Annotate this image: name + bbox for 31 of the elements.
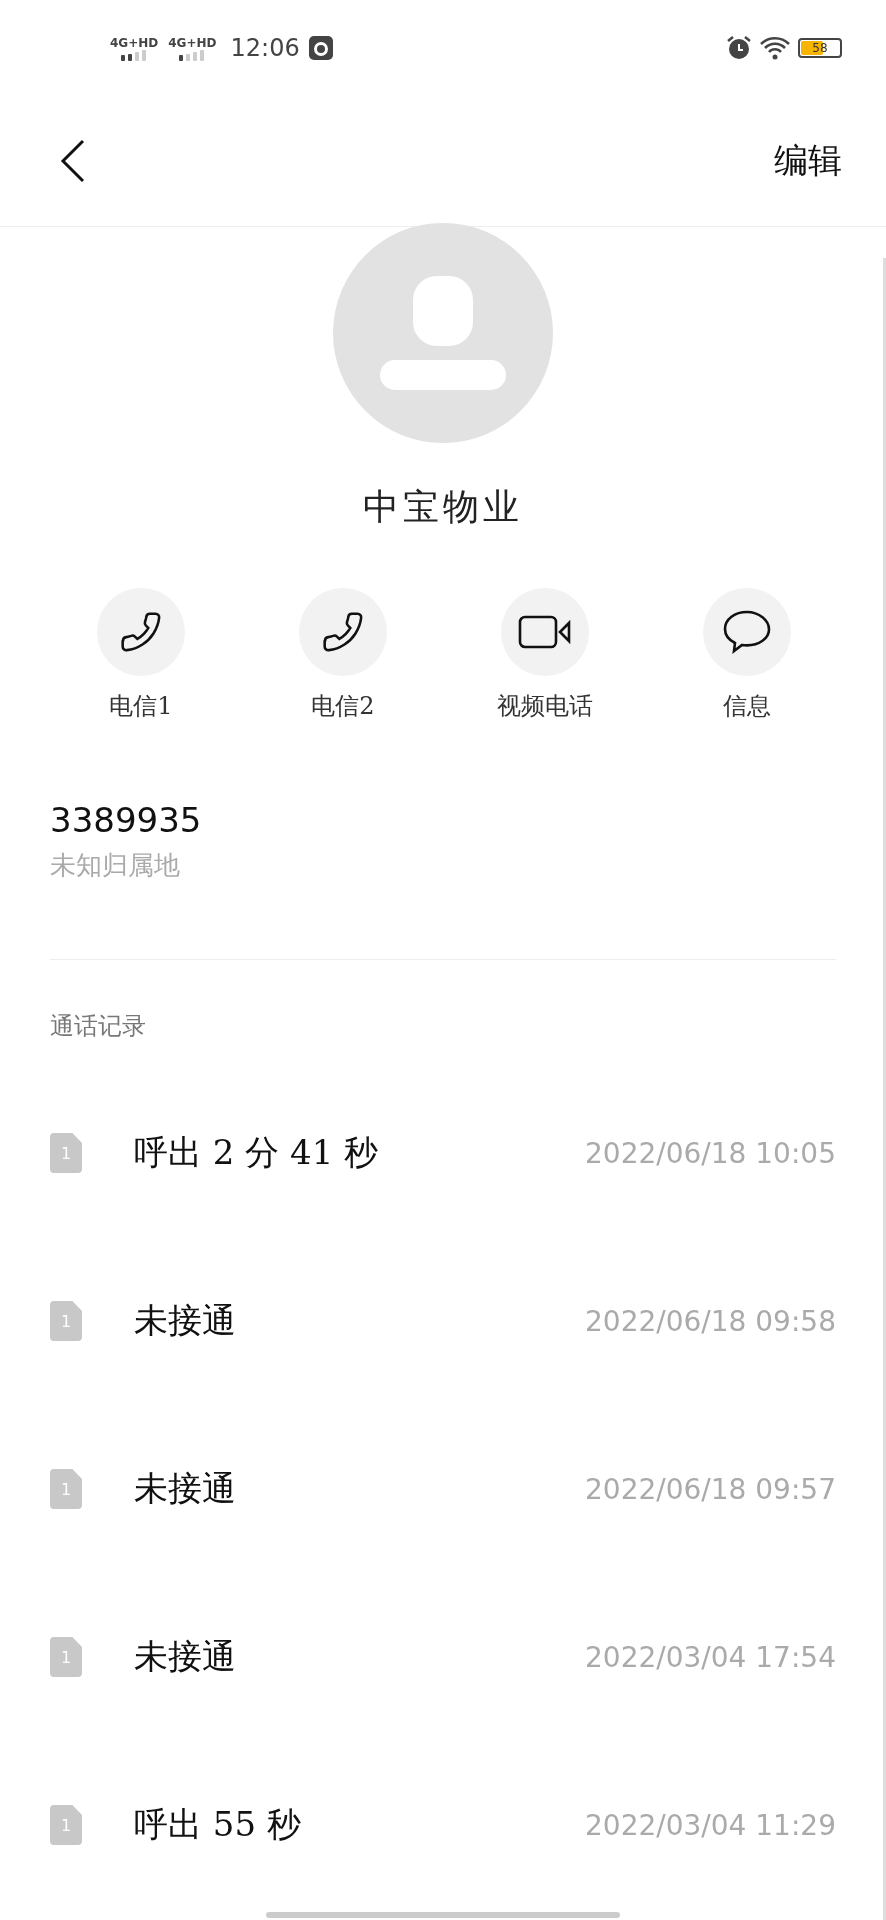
call-time: 2022/03/04 17:54: [585, 1640, 836, 1674]
wifi-icon: [760, 36, 790, 60]
person-icon: [380, 276, 506, 390]
call-button[interactable]: 电信2: [242, 588, 444, 722]
network-type-label: 4G+HD: [110, 35, 159, 50]
back-button[interactable]: [60, 139, 86, 183]
edit-button[interactable]: 编辑: [774, 138, 842, 184]
call-time: 2022/06/18 10:05: [585, 1136, 836, 1170]
phone-number: 3389935: [50, 800, 203, 840]
call-description: 呼出 2 分 41 秒: [134, 1131, 380, 1174]
alarm-clock-icon: [726, 35, 752, 61]
call-time: 2022/06/18 09:57: [585, 1472, 836, 1506]
clock-time: 12:06: [230, 34, 300, 62]
section-title: 通话记录: [50, 1011, 147, 1042]
phone-icon: [321, 610, 365, 654]
call-description: 未接通: [134, 1299, 237, 1342]
video-camera-icon: [518, 615, 572, 649]
camera-icon: [307, 35, 334, 61]
call-time: 2022/06/18 09:58: [585, 1304, 836, 1338]
video-call-button[interactable]: 视频电话: [444, 588, 646, 722]
phone-icon: [119, 610, 163, 654]
call-description: 未接通: [134, 1467, 237, 1510]
call-button[interactable]: 电信1: [40, 588, 242, 722]
call-time: 2022/03/04 11:29: [585, 1808, 836, 1842]
call-description: 未接通: [134, 1635, 237, 1678]
network-type-label: 4G+HD: [168, 35, 217, 50]
call-description: 呼出 55 秒: [134, 1803, 302, 1846]
chat-bubble-icon: [722, 609, 772, 655]
contact-name: 中宝物业: [362, 485, 524, 529]
message-button[interactable]: 信息: [646, 588, 848, 722]
number-location: 未知归属地: [50, 849, 181, 882]
